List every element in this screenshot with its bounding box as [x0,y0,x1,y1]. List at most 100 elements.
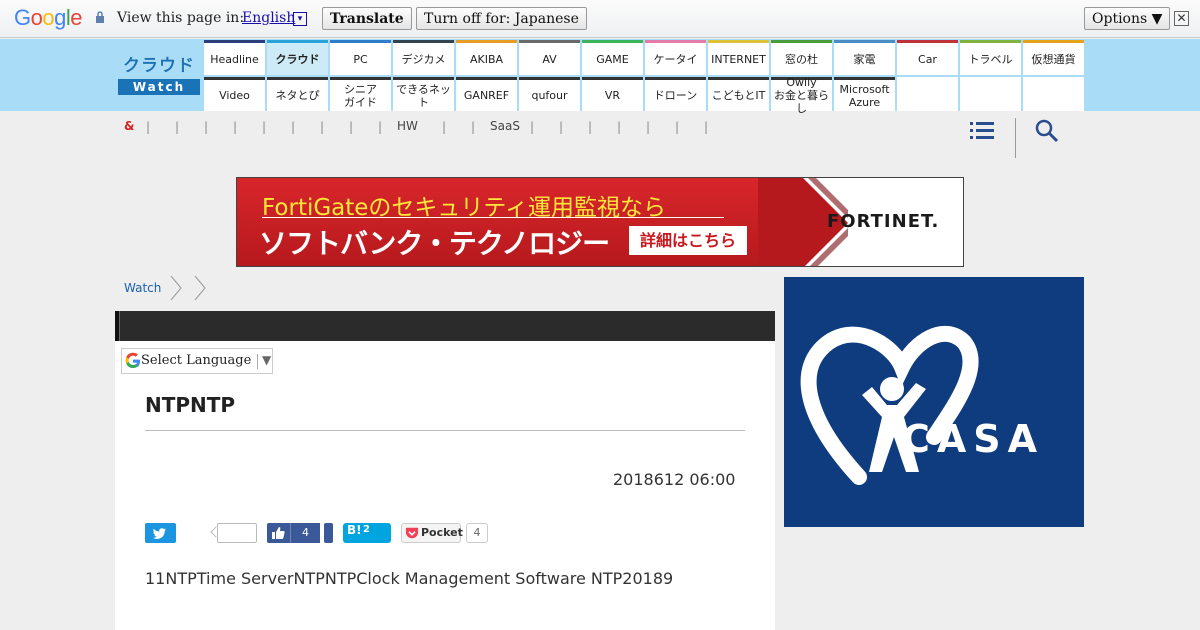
twitter-icon [152,528,166,539]
translate-prompt: View this page in: [117,10,245,26]
options-button[interactable]: Options ▼ [1084,7,1171,30]
site-logo[interactable]: クラウド Watch [118,54,200,96]
subnav-separator: | [559,120,564,134]
side-ad-casa[interactable]: ® CASA [784,277,1084,527]
pocket-icon [405,527,419,539]
nav-item-secondary[interactable]: qufour [519,77,580,111]
subnav-separator: | [146,120,151,134]
nav-item-secondary[interactable]: ドローン [645,77,706,111]
nav-item[interactable]: INTERNET [708,40,769,75]
nav-item-secondary[interactable]: シニア ガイド [330,77,391,111]
google-g-icon [125,352,140,368]
tweet-count [217,523,257,543]
chevron-down-icon[interactable]: ▾ [293,12,307,26]
subnav-separator: | [291,120,296,134]
subnav-amp[interactable]: & [124,119,134,133]
close-icon[interactable]: ✕ [1174,11,1189,26]
logo-top: クラウド [123,56,195,76]
pocket-save-button[interactable]: Pocket [401,523,463,543]
target-language-link[interactable]: English [242,10,295,26]
nav-item-secondary[interactable]: VR [582,77,643,111]
google-translate-bar: Google View this page in: English ▾ Tran… [0,0,1200,38]
nav-item[interactable]: 窓の杜 [771,40,832,75]
hatena-bookmark-button[interactable]: B! 2 [343,523,391,543]
search-icon[interactable] [1035,119,1059,143]
header-divider [1015,118,1016,158]
banner-company: ソフトバンク・テクノロジー [259,227,610,260]
nav-item[interactable]: ケータイ [645,40,706,75]
category-bar [115,311,775,341]
subnav-saas[interactable]: SaaS [490,119,520,133]
nav-item-secondary[interactable]: Video [204,77,265,111]
article-title: NTPNTP [145,393,236,417]
subnav-separator: | [204,120,209,134]
article-body: 11NTPTime ServerNTPNTPClock Management S… [145,569,674,588]
subnav-separator: | [646,120,651,134]
breadcrumb-separator-icon [194,275,206,301]
nav-item[interactable]: 仮想通貨 [1023,40,1084,75]
facebook-like-count: 4 [290,523,320,543]
ad-banner[interactable]: FortiGateのセキュリティ運用監視なら ソフトバンク・テクノロジー 詳細は… [236,177,964,267]
nav-item-secondary[interactable]: Microsoft Azure [834,77,895,111]
nav-item-secondary[interactable]: ネタとぴ [267,77,328,111]
nav-item[interactable]: デジカメ [393,40,454,75]
language-select-divider [257,354,258,369]
hatena-count: 2 [363,524,370,535]
facebook-share-button[interactable] [324,523,333,543]
category-bar-edge [115,311,120,341]
nav-item[interactable]: Car [897,40,958,75]
casa-brand: CASA [902,417,1045,461]
subnav-hw[interactable]: HW [397,119,418,133]
breadcrumb-home[interactable]: Watch [124,281,161,295]
subnav-separator: | [349,120,354,134]
chevron-down-icon: ▼ [262,353,272,367]
nav-item-secondary[interactable]: こどもとIT [708,77,769,111]
nav-item[interactable]: AKIBA [456,40,517,75]
turn-off-button[interactable]: Turn off for: Japanese [416,7,587,30]
language-select[interactable]: Select Language ▼ [121,348,273,374]
subnav-separator: | [530,120,535,134]
nav-item-empty [897,77,958,111]
nav-item[interactable]: GAME [582,40,643,75]
nav-item[interactable]: トラベル [960,40,1021,75]
nav-item[interactable]: AV [519,40,580,75]
subnav-separator: | [233,120,238,134]
menu-icon[interactable] [970,119,994,141]
fortinet-logo: FORTINET. [827,211,940,232]
article-date: 2018612 06:00 [613,470,736,489]
pocket-count: 4 [466,523,488,543]
nav-item[interactable]: Headline [204,40,265,75]
language-select-label: Select Language [141,353,252,368]
lock-icon [96,11,104,23]
subnav-separator: | [588,120,593,134]
subnav-separator: | [442,120,447,134]
subnav-separator: | [262,120,267,134]
subnav-separator: | [675,120,680,134]
banner-underline [262,217,724,218]
subnav-separator: | [320,120,325,134]
registered-mark: ® [890,420,901,433]
nav-item-empty [960,77,1021,111]
logo-bottom: Watch [118,79,200,95]
sub-nav [0,111,1200,161]
nav-item[interactable]: 家電 [834,40,895,75]
subnav-separator: | [378,120,383,134]
translate-button[interactable]: Translate [322,7,412,30]
twitter-share-button[interactable] [145,523,176,543]
nav-item-secondary[interactable]: Owlly お金と暮らし [771,76,832,115]
google-logo: Google [14,5,83,30]
subnav-separator: | [175,120,180,134]
title-divider [145,430,745,431]
nav-item-secondary[interactable]: GANREF [456,77,517,111]
casa-logo-icon [800,325,979,485]
breadcrumb-separator-icon [170,275,182,301]
nav-item-secondary[interactable]: できるネット [393,77,454,111]
subnav-separator: | [617,120,622,134]
nav-item[interactable]: クラウド [267,40,328,75]
nav-item-empty [1023,77,1084,111]
hatena-icon: B! [347,523,362,537]
thumbs-up-icon [272,527,285,539]
pocket-label: Pocket [421,526,463,539]
banner-cta-button[interactable]: 詳細はこちら [629,226,747,255]
nav-item[interactable]: PC [330,40,391,75]
